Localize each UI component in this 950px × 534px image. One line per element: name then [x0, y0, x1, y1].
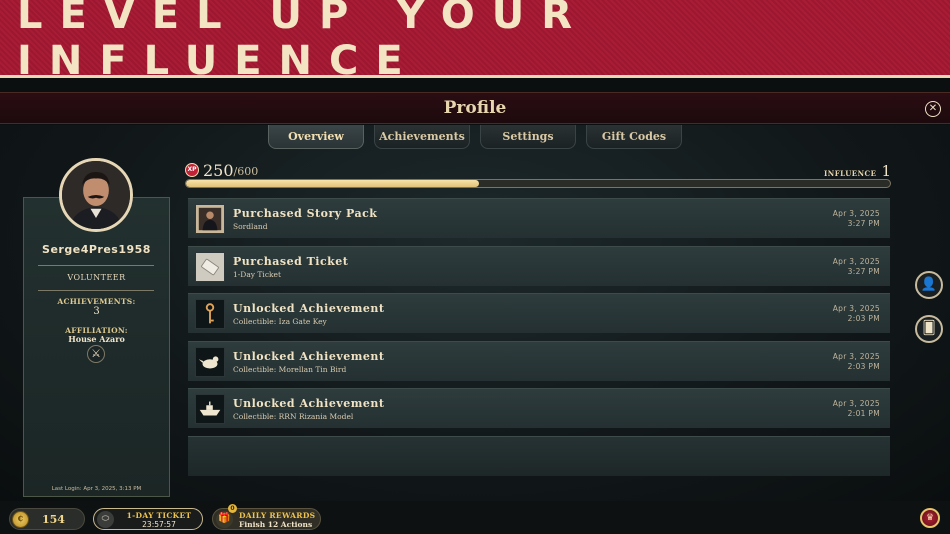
ship-icon	[195, 394, 225, 424]
activity-date: Apr 3, 2025	[832, 351, 880, 361]
activity-time: 2:03 PM	[847, 361, 880, 371]
avatar	[59, 158, 133, 232]
username: Serge4Pres1958	[42, 243, 151, 256]
activity-title: Unlocked Achievement	[233, 397, 385, 410]
emblem-icon[interactable]: ♛	[920, 508, 940, 528]
coin-balance[interactable]: ¢ 154	[9, 508, 85, 530]
tab-achievements[interactable]: Achievements	[374, 125, 470, 149]
ticket-timer: 23:57:57	[142, 520, 176, 529]
achievements-count: 3	[93, 306, 100, 317]
influence-level: INFLUENCE 1	[824, 162, 891, 180]
bird-icon	[195, 346, 225, 377]
list-item[interactable]: Purchased Ticket 1-Day Ticket Apr 3, 202…	[188, 245, 890, 286]
list-item[interactable]: Unlocked Achievement Collectible: Iza Ga…	[188, 293, 890, 333]
activity-subtitle: Collectible: Iza Gate Key	[233, 317, 327, 326]
profile-header: Profile ✕	[0, 92, 950, 124]
activity-date: Apr 3, 2025	[832, 304, 880, 313]
activity-subtitle: Collectible: RRN Rizania Model	[233, 412, 354, 421]
gift-icon: 🎁	[216, 511, 233, 528]
ticket-status[interactable]: ⬭ 1-DAY TICKET 23:57:57	[93, 508, 203, 530]
xp-icon: XP	[185, 163, 199, 177]
list-item[interactable]: Unlocked Achievement Collectible: RRN Ri…	[188, 388, 890, 428]
xp-progress-fill	[186, 180, 480, 187]
divider	[38, 290, 154, 291]
daily-rewards-button[interactable]: 🎁 0 DAILY REWARDS Finish 12 Actions	[212, 504, 321, 530]
ticket-label: 1-DAY TICKET	[126, 511, 192, 520]
activity-subtitle: Collectible: Morellan Tin Bird	[233, 364, 347, 374]
profile-title: Profile	[443, 98, 507, 118]
portrait-icon	[195, 204, 225, 234]
last-login: Last Login: Apr 3, 2025, 3:13 PM	[51, 486, 142, 492]
activity-title: Unlocked Achievement	[233, 302, 385, 315]
ticket-icon	[195, 251, 225, 282]
rewards-badge: 0	[228, 504, 237, 513]
achievements-label: ACHIEVEMENTS:	[57, 297, 136, 306]
house-crest-icon: ⚔	[87, 345, 105, 363]
tab-gift-codes[interactable]: Gift Codes	[586, 125, 682, 149]
profile-icon[interactable]: 👤	[915, 271, 943, 299]
list-item[interactable]: Unlocked Achievement Collectible: Morell…	[188, 340, 890, 381]
close-icon[interactable]: ✕	[925, 101, 941, 117]
tab-overview[interactable]: Overview	[268, 125, 364, 149]
rewards-subtitle: Finish 12 Actions	[239, 520, 313, 529]
tab-settings[interactable]: Settings	[480, 125, 576, 149]
empty-list-item	[188, 435, 890, 476]
key-icon	[195, 299, 225, 329]
activity-time: 3:27 PM	[847, 266, 880, 276]
tab-bar: Overview Achievements Settings Gift Code…	[268, 125, 682, 149]
divider	[38, 265, 154, 266]
rank-label: VOLUNTEER	[67, 273, 126, 282]
activity-subtitle: Sordland	[233, 222, 268, 231]
xp-max: /600	[233, 165, 259, 178]
activity-title: Unlocked Achievement	[233, 349, 385, 363]
xp-current: 250	[203, 160, 234, 180]
activity-time: 3:27 PM	[847, 219, 880, 228]
activity-subtitle: 1-Day Ticket	[233, 269, 282, 279]
activity-time: 2:03 PM	[847, 314, 880, 323]
rewards-label: DAILY REWARDS	[239, 511, 316, 520]
xp-counter: XP 250 /600	[185, 160, 258, 180]
activity-title: Purchased Story Pack	[233, 207, 378, 220]
influence-value: 1	[881, 162, 891, 180]
ticket-icon: ⬭	[97, 511, 114, 528]
cards-icon[interactable]: 🂠	[915, 315, 943, 343]
activity-list: Purchased Story Pack Sordland Apr 3, 202…	[188, 198, 890, 483]
promo-banner[interactable]: LEVEL UP YOUR INFLUENCE	[0, 0, 950, 84]
xp-progress-bar	[185, 179, 891, 188]
banner-title: LEVEL UP YOUR INFLUENCE	[17, 0, 590, 84]
influence-label: INFLUENCE	[824, 169, 877, 178]
bottom-bar: ¢ 154 ⬭ 1-DAY TICKET 23:57:57 🎁 0 DAILY …	[0, 501, 950, 534]
activity-date: Apr 3, 2025	[832, 256, 880, 266]
activity-title: Purchased Ticket	[233, 254, 349, 268]
list-item[interactable]: Purchased Story Pack Sordland Apr 3, 202…	[188, 198, 890, 238]
coin-icon: ¢	[12, 511, 29, 528]
activity-date: Apr 3, 2025	[832, 399, 880, 408]
coin-count: 154	[42, 513, 65, 526]
activity-time: 2:01 PM	[847, 409, 880, 418]
affiliation-value: House Azaro	[68, 334, 125, 344]
activity-date: Apr 3, 2025	[832, 209, 880, 218]
